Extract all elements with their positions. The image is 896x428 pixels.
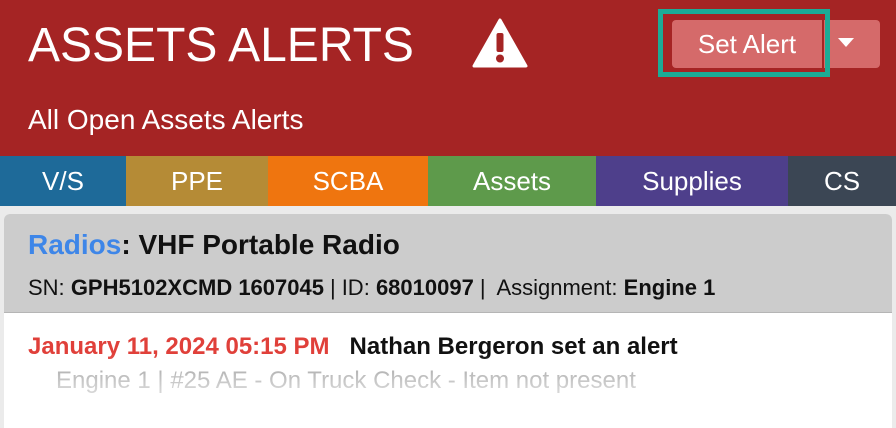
sn-value: GPH5102XCMD 1607045: [70, 275, 324, 300]
page-header: ASSETS ALERTS All Open Assets Alerts Set…: [0, 0, 896, 156]
meta-separator: |: [479, 275, 486, 300]
alert-timestamp: January 11, 2024 05:15 PM: [28, 333, 330, 360]
set-alert-dropdown-button[interactable]: [824, 20, 880, 68]
tab-assets[interactable]: Assets: [428, 156, 596, 206]
id-value: 68010097: [375, 275, 474, 300]
asset-name: : VHF Portable Radio: [121, 229, 400, 260]
warning-triangle-icon: [472, 18, 528, 68]
set-alert-button[interactable]: Set Alert: [672, 20, 822, 68]
meta-separator: |: [329, 275, 336, 300]
card-header: Radios: VHF Portable Radio SN: GPH5102XC…: [4, 214, 892, 313]
id-label: ID:: [341, 275, 370, 300]
alert-message: Nathan Bergeron set an alert: [349, 333, 678, 360]
assignment-label: Assignment:: [496, 275, 618, 300]
caret-down-icon: [838, 38, 854, 47]
tab-scba[interactable]: SCBA: [268, 156, 428, 206]
page-title: ASSETS ALERTS: [28, 19, 414, 72]
alert-detail: Engine 1 | #25 AE - On Truck Check - Ite…: [56, 367, 636, 394]
tab-vs[interactable]: V/S: [0, 156, 126, 206]
tab-supplies[interactable]: Supplies: [596, 156, 788, 206]
asset-alert-card[interactable]: Radios: VHF Portable Radio SN: GPH5102XC…: [4, 214, 892, 428]
asset-meta: SN: GPH5102XCMD 1607045 | ID: 68010097 | As…: [28, 274, 715, 302]
tab-ppe[interactable]: PPE: [126, 156, 268, 206]
sn-label: SN:: [28, 275, 65, 300]
assignment-value: Engine 1: [623, 275, 716, 300]
asset-title: Radios: VHF Portable Radio: [28, 228, 400, 262]
asset-category-link[interactable]: Radios: [28, 229, 121, 260]
alert-entry: January 11, 2024 05:15 PM Nathan Bergeron…: [28, 332, 678, 362]
category-tabs: V/S PPE SCBA Assets Supplies CS: [0, 156, 896, 206]
tab-cs[interactable]: CS: [788, 156, 896, 206]
page-subtitle: All Open Assets Alerts: [28, 104, 304, 135]
